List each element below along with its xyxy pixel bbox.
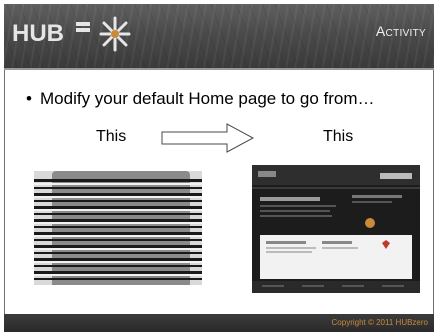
logo-spark-icon [99, 16, 131, 52]
from-label: This [96, 128, 127, 145]
right-arrow-icon [161, 123, 255, 153]
bullet-symbol: • [26, 89, 32, 108]
copyright-text: Copyright © 2011 HUBzero [331, 318, 428, 327]
section-title: Activity [375, 23, 426, 39]
new-homepage-thumbnail [252, 165, 420, 293]
old-homepage-thumbnail [34, 165, 202, 293]
header-rule [4, 68, 434, 70]
header-texture [4, 4, 434, 68]
bullet-point: • Modify your default Home page to go fro… [26, 89, 426, 109]
logo-subtext [76, 22, 90, 32]
hubzero-logo-text: HUB [12, 20, 64, 47]
bullet-text: Modify your default Home page to go from… [40, 89, 375, 108]
to-label: This [323, 128, 354, 145]
